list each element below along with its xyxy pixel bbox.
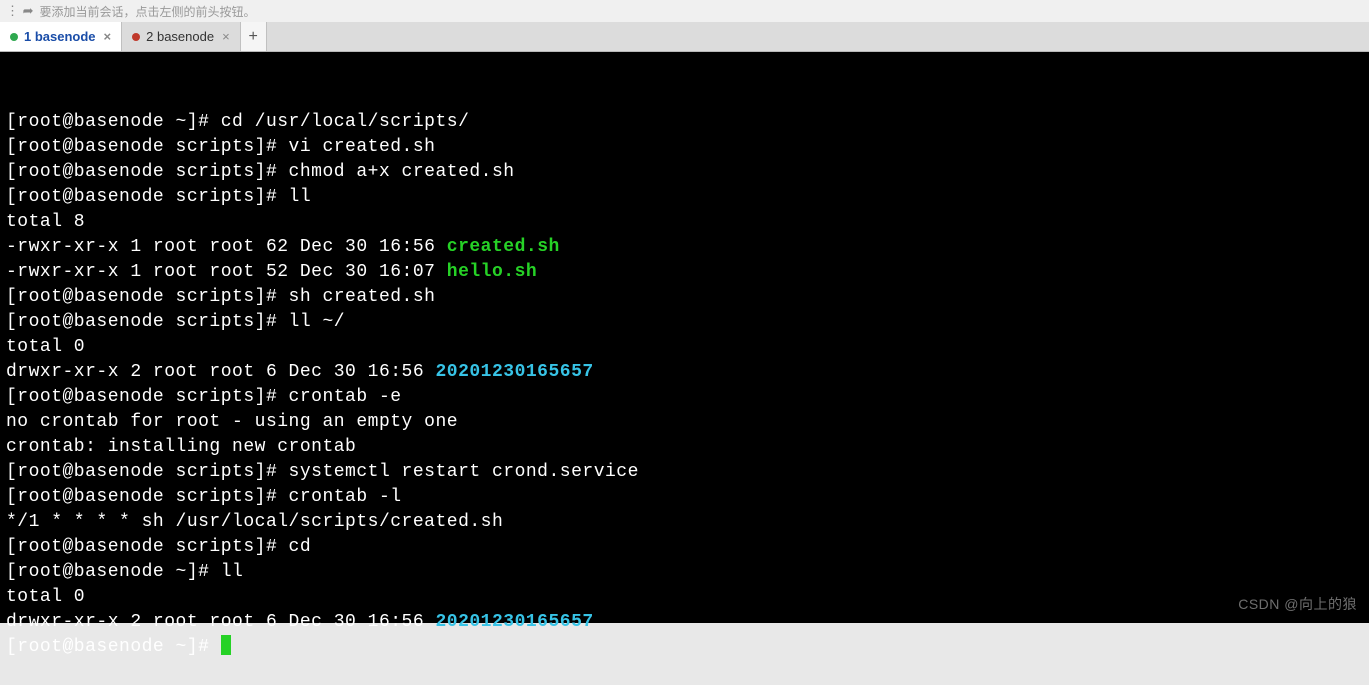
terminal-line: -rwxr-xr-x 1 root root 62 Dec 30 16:56 c… (6, 235, 1363, 260)
tab-2-basenode[interactable]: 2 basenode × (122, 22, 241, 51)
hint-bar: ⋮ ➦ 要添加当前会话，点击左侧的前头按钮。 (0, 0, 1369, 22)
terminal-line: [root@basenode scripts]# vi created.sh (6, 135, 1363, 160)
terminal-line: [root@basenode ~]# ll (6, 560, 1363, 585)
file-dir: 20201230165657 (435, 612, 593, 632)
terminal-text: */1 * * * * sh /usr/local/scripts/create… (6, 512, 503, 532)
terminal-text: [root@basenode scripts]# vi created.sh (6, 137, 435, 157)
terminal-text: crontab: installing new crontab (6, 437, 356, 457)
terminal-text: [root@basenode scripts]# systemctl resta… (6, 462, 639, 482)
hint-arrow-icon: ⋮ ➦ (6, 3, 34, 19)
hint-text: 要添加当前会话，点击左侧的前头按钮。 (40, 3, 256, 20)
terminal-line: [root@basenode scripts]# sh created.sh (6, 285, 1363, 310)
file-dir: 20201230165657 (435, 362, 593, 382)
terminal-line: */1 * * * * sh /usr/local/scripts/create… (6, 510, 1363, 535)
terminal-text: drwxr-xr-x 2 root root 6 Dec 30 16:56 (6, 612, 435, 632)
terminal-text: [root@basenode scripts]# crontab -e (6, 387, 402, 407)
terminal-line: total 0 (6, 335, 1363, 360)
watermark-text: CSDN @向上的狼 (1238, 592, 1357, 617)
tab-label: 2 basenode (146, 29, 214, 44)
close-icon[interactable]: × (102, 29, 114, 44)
terminal-text: [root@basenode scripts]# cd (6, 537, 311, 557)
terminal-line: total 8 (6, 210, 1363, 235)
terminal-line: [root@basenode scripts]# crontab -e (6, 385, 1363, 410)
terminal-text: [root@basenode scripts]# sh created.sh (6, 287, 435, 307)
terminal-line: [root@basenode ~]# cd /usr/local/scripts… (6, 110, 1363, 135)
terminal-text: no crontab for root - using an empty one (6, 412, 458, 432)
file-exec: hello.sh (447, 262, 537, 282)
file-exec: created.sh (447, 237, 560, 257)
terminal-line: [root@basenode scripts]# chmod a+x creat… (6, 160, 1363, 185)
terminal-line: [root@basenode scripts]# ll (6, 185, 1363, 210)
tab-bar: 1 basenode × 2 basenode × + (0, 22, 1369, 52)
terminal-line: -rwxr-xr-x 1 root root 52 Dec 30 16:07 h… (6, 260, 1363, 285)
terminal-text: [root@basenode scripts]# crontab -l (6, 487, 402, 507)
terminal-line: crontab: installing new crontab (6, 435, 1363, 460)
terminal-line: [root@basenode scripts]# systemctl resta… (6, 460, 1363, 485)
tab-label: 1 basenode (24, 29, 96, 44)
terminal-text: [root@basenode ~]# ll (6, 562, 243, 582)
terminal-line: [root@basenode scripts]# ll ~/ (6, 310, 1363, 335)
terminal-text: [root@basenode scripts]# ll (6, 187, 311, 207)
terminal-line: [root@basenode scripts]# crontab -l (6, 485, 1363, 510)
terminal-line: [root@basenode scripts]# cd (6, 535, 1363, 560)
status-dot-icon (10, 33, 18, 41)
terminal-text: [root@basenode ~]# cd /usr/local/scripts… (6, 112, 469, 132)
close-icon[interactable]: × (220, 29, 232, 44)
terminal-text: [root@basenode scripts]# chmod a+x creat… (6, 162, 515, 182)
terminal-text: [root@basenode scripts]# ll ~/ (6, 312, 345, 332)
status-dot-icon (132, 33, 140, 41)
terminal-text: drwxr-xr-x 2 root root 6 Dec 30 16:56 (6, 362, 435, 382)
terminal-text: -rwxr-xr-x 1 root root 62 Dec 30 16:56 (6, 237, 447, 257)
terminal-line: no crontab for root - using an empty one (6, 410, 1363, 435)
terminal-text: total 8 (6, 212, 85, 232)
new-tab-button[interactable]: + (241, 22, 267, 51)
tab-1-basenode[interactable]: 1 basenode × (0, 22, 122, 51)
terminal-line: total 0 (6, 585, 1363, 610)
cursor-icon (221, 635, 231, 655)
terminal-text: total 0 (6, 337, 85, 357)
terminal-line: [root@basenode ~]# (6, 635, 1363, 660)
terminal-text: -rwxr-xr-x 1 root root 52 Dec 30 16:07 (6, 262, 447, 282)
terminal-line: drwxr-xr-x 2 root root 6 Dec 30 16:56 20… (6, 360, 1363, 385)
terminal-text: [root@basenode ~]# (6, 637, 221, 657)
terminal-text: total 0 (6, 587, 85, 607)
terminal-output[interactable]: [root@basenode ~]# cd /usr/local/scripts… (0, 52, 1369, 623)
